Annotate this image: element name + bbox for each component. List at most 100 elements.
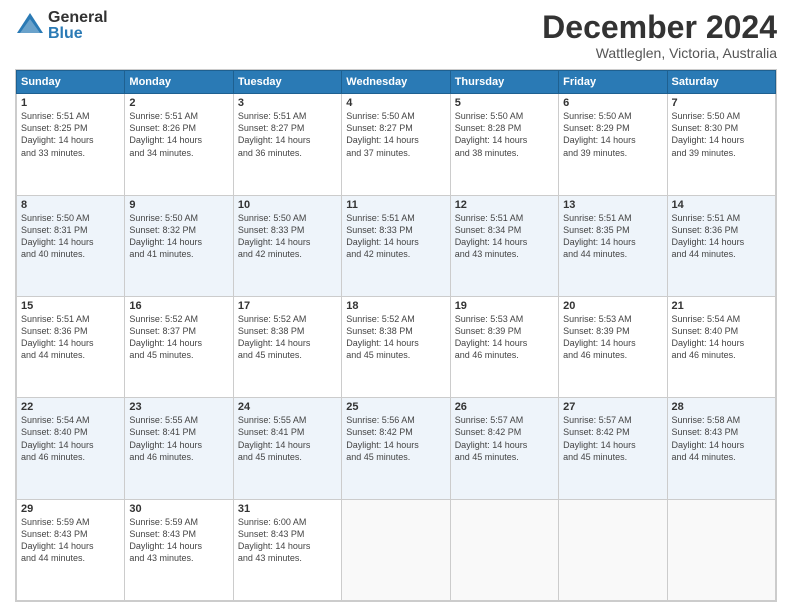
cell-dec6: 6 Sunrise: 5:50 AMSunset: 8:29 PMDayligh… xyxy=(559,94,667,195)
cell-empty-1 xyxy=(342,499,450,600)
day-info-12: Sunrise: 5:51 AMSunset: 8:34 PMDaylight:… xyxy=(455,213,528,259)
day-info-11: Sunrise: 5:51 AMSunset: 8:33 PMDaylight:… xyxy=(346,213,419,259)
day-info-25: Sunrise: 5:56 AMSunset: 8:42 PMDaylight:… xyxy=(346,415,419,461)
day-num-2: 2 xyxy=(129,97,228,109)
calendar-table: Sunday Monday Tuesday Wednesday Thursday… xyxy=(16,70,776,601)
title-block: December 2024 Wattleglen, Victoria, Aust… xyxy=(542,10,777,61)
day-num-25: 25 xyxy=(346,401,445,413)
cell-dec17: 17 Sunrise: 5:52 AMSunset: 8:38 PMDaylig… xyxy=(233,296,341,397)
day-info-22: Sunrise: 5:54 AMSunset: 8:40 PMDaylight:… xyxy=(21,415,94,461)
page: General Blue December 2024 Wattleglen, V… xyxy=(0,0,792,612)
cell-dec15: 15 Sunrise: 5:51 AMSunset: 8:36 PMDaylig… xyxy=(17,296,125,397)
logo-text: General Blue xyxy=(48,10,108,42)
day-info-24: Sunrise: 5:55 AMSunset: 8:41 PMDaylight:… xyxy=(238,415,311,461)
subtitle: Wattleglen, Victoria, Australia xyxy=(542,45,777,61)
cell-dec7: 7 Sunrise: 5:50 AMSunset: 8:30 PMDayligh… xyxy=(667,94,775,195)
cell-empty-4 xyxy=(667,499,775,600)
day-info-2: Sunrise: 5:51 AMSunset: 8:26 PMDaylight:… xyxy=(129,111,202,157)
week-row-5: 29 Sunrise: 5:59 AMSunset: 8:43 PMDaylig… xyxy=(17,499,776,600)
cell-dec30: 30 Sunrise: 5:59 AMSunset: 8:43 PMDaylig… xyxy=(125,499,233,600)
day-num-15: 15 xyxy=(21,300,120,312)
cell-dec23: 23 Sunrise: 5:55 AMSunset: 8:41 PMDaylig… xyxy=(125,398,233,499)
day-info-5: Sunrise: 5:50 AMSunset: 8:28 PMDaylight:… xyxy=(455,111,528,157)
cell-dec22: 22 Sunrise: 5:54 AMSunset: 8:40 PMDaylig… xyxy=(17,398,125,499)
day-info-26: Sunrise: 5:57 AMSunset: 8:42 PMDaylight:… xyxy=(455,415,528,461)
col-tuesday: Tuesday xyxy=(233,71,341,94)
day-num-31: 31 xyxy=(238,503,337,515)
main-title: December 2024 xyxy=(542,10,777,45)
cell-dec3: 3 Sunrise: 5:51 AMSunset: 8:27 PMDayligh… xyxy=(233,94,341,195)
col-wednesday: Wednesday xyxy=(342,71,450,94)
day-num-18: 18 xyxy=(346,300,445,312)
day-info-18: Sunrise: 5:52 AMSunset: 8:38 PMDaylight:… xyxy=(346,314,419,360)
day-info-1: Sunrise: 5:51 AMSunset: 8:25 PMDaylight:… xyxy=(21,111,94,157)
day-info-17: Sunrise: 5:52 AMSunset: 8:38 PMDaylight:… xyxy=(238,314,311,360)
day-info-3: Sunrise: 5:51 AMSunset: 8:27 PMDaylight:… xyxy=(238,111,311,157)
col-thursday: Thursday xyxy=(450,71,558,94)
day-num-28: 28 xyxy=(672,401,771,413)
day-num-13: 13 xyxy=(563,199,662,211)
day-num-11: 11 xyxy=(346,199,445,211)
day-info-29: Sunrise: 5:59 AMSunset: 8:43 PMDaylight:… xyxy=(21,517,94,563)
day-info-7: Sunrise: 5:50 AMSunset: 8:30 PMDaylight:… xyxy=(672,111,745,157)
cell-dec10: 10 Sunrise: 5:50 AMSunset: 8:33 PMDaylig… xyxy=(233,195,341,296)
logo-blue-text: Blue xyxy=(48,26,108,42)
cell-dec13: 13 Sunrise: 5:51 AMSunset: 8:35 PMDaylig… xyxy=(559,195,667,296)
logo-icon xyxy=(15,11,45,41)
cell-dec18: 18 Sunrise: 5:52 AMSunset: 8:38 PMDaylig… xyxy=(342,296,450,397)
day-info-20: Sunrise: 5:53 AMSunset: 8:39 PMDaylight:… xyxy=(563,314,636,360)
cell-dec4: 4 Sunrise: 5:50 AMSunset: 8:27 PMDayligh… xyxy=(342,94,450,195)
col-friday: Friday xyxy=(559,71,667,94)
cell-dec16: 16 Sunrise: 5:52 AMSunset: 8:37 PMDaylig… xyxy=(125,296,233,397)
cell-dec25: 25 Sunrise: 5:56 AMSunset: 8:42 PMDaylig… xyxy=(342,398,450,499)
day-num-14: 14 xyxy=(672,199,771,211)
day-num-27: 27 xyxy=(563,401,662,413)
cell-dec19: 19 Sunrise: 5:53 AMSunset: 8:39 PMDaylig… xyxy=(450,296,558,397)
day-num-17: 17 xyxy=(238,300,337,312)
day-info-13: Sunrise: 5:51 AMSunset: 8:35 PMDaylight:… xyxy=(563,213,636,259)
day-num-7: 7 xyxy=(672,97,771,109)
col-monday: Monday xyxy=(125,71,233,94)
calendar-body: 1 Sunrise: 5:51 AMSunset: 8:25 PMDayligh… xyxy=(17,94,776,601)
day-info-10: Sunrise: 5:50 AMSunset: 8:33 PMDaylight:… xyxy=(238,213,311,259)
day-num-1: 1 xyxy=(21,97,120,109)
cell-dec1: 1 Sunrise: 5:51 AMSunset: 8:25 PMDayligh… xyxy=(17,94,125,195)
day-info-8: Sunrise: 5:50 AMSunset: 8:31 PMDaylight:… xyxy=(21,213,94,259)
week-row-2: 8 Sunrise: 5:50 AMSunset: 8:31 PMDayligh… xyxy=(17,195,776,296)
day-num-10: 10 xyxy=(238,199,337,211)
day-info-6: Sunrise: 5:50 AMSunset: 8:29 PMDaylight:… xyxy=(563,111,636,157)
day-num-12: 12 xyxy=(455,199,554,211)
cell-dec9: 9 Sunrise: 5:50 AMSunset: 8:32 PMDayligh… xyxy=(125,195,233,296)
cell-dec24: 24 Sunrise: 5:55 AMSunset: 8:41 PMDaylig… xyxy=(233,398,341,499)
day-num-20: 20 xyxy=(563,300,662,312)
logo: General Blue xyxy=(15,10,108,42)
cell-dec29: 29 Sunrise: 5:59 AMSunset: 8:43 PMDaylig… xyxy=(17,499,125,600)
day-info-30: Sunrise: 5:59 AMSunset: 8:43 PMDaylight:… xyxy=(129,517,202,563)
cell-dec31: 31 Sunrise: 6:00 AMSunset: 8:43 PMDaylig… xyxy=(233,499,341,600)
col-sunday: Sunday xyxy=(17,71,125,94)
calendar-header: Sunday Monday Tuesday Wednesday Thursday… xyxy=(17,71,776,94)
day-num-3: 3 xyxy=(238,97,337,109)
day-info-19: Sunrise: 5:53 AMSunset: 8:39 PMDaylight:… xyxy=(455,314,528,360)
calendar: Sunday Monday Tuesday Wednesday Thursday… xyxy=(15,69,777,602)
week-row-4: 22 Sunrise: 5:54 AMSunset: 8:40 PMDaylig… xyxy=(17,398,776,499)
week-row-1: 1 Sunrise: 5:51 AMSunset: 8:25 PMDayligh… xyxy=(17,94,776,195)
cell-dec11: 11 Sunrise: 5:51 AMSunset: 8:33 PMDaylig… xyxy=(342,195,450,296)
day-info-23: Sunrise: 5:55 AMSunset: 8:41 PMDaylight:… xyxy=(129,415,202,461)
cell-dec2: 2 Sunrise: 5:51 AMSunset: 8:26 PMDayligh… xyxy=(125,94,233,195)
day-info-16: Sunrise: 5:52 AMSunset: 8:37 PMDaylight:… xyxy=(129,314,202,360)
day-num-30: 30 xyxy=(129,503,228,515)
day-num-8: 8 xyxy=(21,199,120,211)
day-num-5: 5 xyxy=(455,97,554,109)
day-num-16: 16 xyxy=(129,300,228,312)
day-num-9: 9 xyxy=(129,199,228,211)
cell-dec26: 26 Sunrise: 5:57 AMSunset: 8:42 PMDaylig… xyxy=(450,398,558,499)
day-info-28: Sunrise: 5:58 AMSunset: 8:43 PMDaylight:… xyxy=(672,415,745,461)
day-info-15: Sunrise: 5:51 AMSunset: 8:36 PMDaylight:… xyxy=(21,314,94,360)
cell-dec28: 28 Sunrise: 5:58 AMSunset: 8:43 PMDaylig… xyxy=(667,398,775,499)
cell-dec21: 21 Sunrise: 5:54 AMSunset: 8:40 PMDaylig… xyxy=(667,296,775,397)
day-info-4: Sunrise: 5:50 AMSunset: 8:27 PMDaylight:… xyxy=(346,111,419,157)
day-num-24: 24 xyxy=(238,401,337,413)
header-row: Sunday Monday Tuesday Wednesday Thursday… xyxy=(17,71,776,94)
day-info-21: Sunrise: 5:54 AMSunset: 8:40 PMDaylight:… xyxy=(672,314,745,360)
